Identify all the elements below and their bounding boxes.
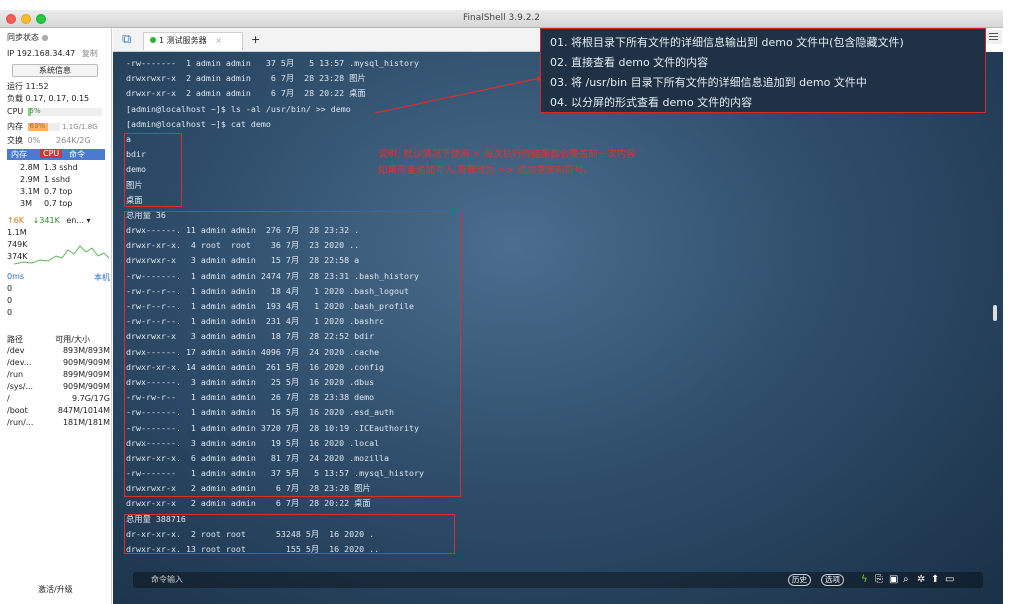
app-title: FinalShell 3.9.2.2: [462, 13, 541, 23]
command-input[interactable]: 命令输入 历史 选项 ϟ ⎘ ▣ ⌕ ✲ ⬆ ▭: [133, 572, 983, 588]
scrollbar[interactable]: [993, 305, 997, 321]
sidebar: 同步状态 ● IP 192.168.34.47 复制 系统信息 运行 11:52…: [0, 28, 112, 604]
memory-usage-bar: 63%: [27, 122, 60, 131]
instruction-item: 04. 以分屏的形式查看 demo 文件的内容: [550, 96, 753, 109]
menu-icon[interactable]: [986, 30, 1002, 44]
close-tab-icon[interactable]: ×: [215, 36, 222, 45]
net-iface-select[interactable]: en...: [66, 216, 84, 225]
cpu-usage-bar: 5%: [27, 107, 102, 116]
paste-icon[interactable]: ▣: [889, 572, 898, 588]
window-icon[interactable]: ▭: [945, 572, 954, 588]
uptime: 运行 11:52: [7, 82, 49, 91]
instruction-item: 02. 直接查看 demo 文件的内容: [550, 56, 709, 69]
network-graph: [14, 245, 109, 265]
proc-tab-mem[interactable]: 内存: [11, 149, 27, 160]
ping-value: 0: [7, 284, 13, 293]
ping-header: 0ms 本机: [7, 272, 110, 282]
ping-value: 0: [7, 308, 13, 317]
copy-icon[interactable]: ⎘: [875, 572, 883, 588]
swap-usage: 交换 0% 264K/2G: [7, 136, 91, 145]
options-button[interactable]: 选项: [821, 574, 844, 586]
memory-usage: 内存 63% 1.1G/1.8G: [7, 121, 98, 132]
terminal-line: -rw------- 1 admin admin 37 5月 5 13:57 .…: [126, 58, 420, 68]
cpu-usage: CPU 5%: [7, 107, 102, 116]
proc-tab-cpu[interactable]: CPU: [40, 149, 63, 158]
connected-status-icon: [150, 37, 156, 43]
add-tab-icon[interactable]: +: [251, 33, 260, 46]
terminal[interactable]: W -rw------- 1 admin admin 37 5月 5 13:57…: [113, 52, 1003, 604]
sync-status: 同步状态 ●: [7, 33, 49, 42]
system-info-button[interactable]: 系统信息: [12, 64, 98, 77]
annotation-note: 说明: 默认情况下使用 > 每次执行的结果都会覆盖前一次内容 如果需要追加写入,…: [378, 149, 636, 176]
load-average: 负载 0.17, 0.17, 0.15: [7, 94, 90, 103]
process-tabs: 内存 CPU 命令: [7, 149, 105, 160]
window-titlebar: FinalShell 3.9.2.2: [0, 10, 1003, 28]
highlight-box: [124, 133, 182, 207]
host-ip: IP 192.168.34.47 复制: [7, 49, 98, 58]
chevron-down-icon[interactable]: ▾: [87, 216, 91, 225]
tab-test-server[interactable]: 1 测试服务器 ×: [143, 32, 243, 50]
copy-ip-link[interactable]: 复制: [82, 49, 98, 58]
instruction-item: 03. 将 /usr/bin 目录下所有文件的详细信息追加到 demo 文件中: [550, 76, 867, 89]
instruction-overlay: 01. 将根目录下所有文件的详细信息输出到 demo 文件中(包含隐藏文件) 0…: [540, 28, 986, 113]
gear-icon[interactable]: ✲: [917, 572, 925, 588]
terminal-line: drwxr-xr-x 2 admin admin 6 7月 28 20:22 桌…: [126, 498, 371, 509]
terminal-line: [admin@localhost ~]$ cat demo: [126, 118, 271, 129]
net-scale-1: 1.1M: [7, 228, 27, 237]
network-header: ↑6K ↓341K en... ▾: [7, 216, 107, 225]
proc-tab-cmd[interactable]: 命令: [69, 149, 85, 160]
highlight-box: [124, 211, 461, 497]
history-button[interactable]: 历史: [788, 574, 811, 586]
lightning-icon[interactable]: ϟ: [861, 572, 868, 588]
annotation-arrow: [374, 76, 546, 114]
folder-icon[interactable]: ⧉: [122, 32, 131, 47]
instruction-item: 01. 将根目录下所有文件的详细信息输出到 demo 文件中(包含隐藏文件): [550, 36, 904, 49]
upload-icon[interactable]: ⬆: [931, 572, 939, 588]
highlight-box: [124, 514, 455, 554]
net-up: ↑6K: [7, 216, 25, 225]
ping-value: 0: [7, 296, 13, 305]
search-icon[interactable]: ⌕: [903, 572, 909, 588]
session-tab-bar: ⧉ 1 测试服务器 × +: [113, 28, 540, 52]
net-down: ↓341K: [32, 216, 60, 225]
activate-upgrade-link[interactable]: 激活/升级: [38, 584, 73, 595]
